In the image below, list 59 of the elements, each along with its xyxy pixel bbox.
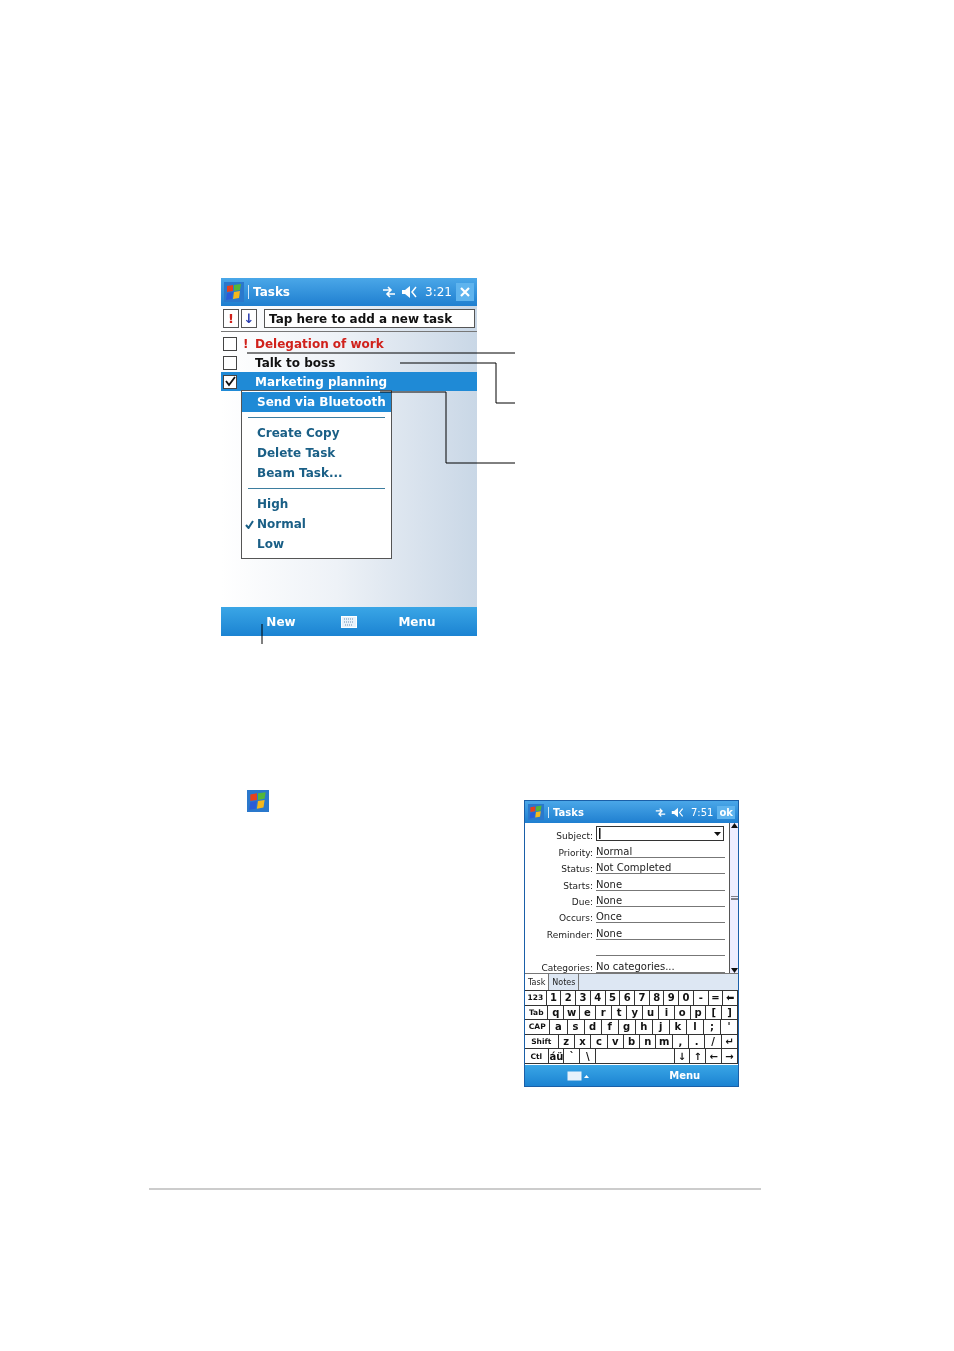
task-title: Marketing planning — [255, 374, 388, 389]
field-value[interactable]: No categories... — [596, 960, 725, 973]
subject-dropdown[interactable] — [596, 826, 724, 842]
keyboard-icon[interactable] — [341, 615, 357, 628]
field-label: Due: — [570, 896, 594, 907]
field-label: Priority: — [557, 847, 594, 858]
scroll-bar[interactable] — [729, 823, 738, 973]
volume-icon — [401, 285, 420, 299]
windows-flag-icon — [224, 282, 244, 302]
task-checkbox[interactable] — [223, 355, 237, 370]
field-value[interactable]: None — [596, 927, 725, 940]
window-title: Tasks — [548, 806, 650, 818]
task-checkbox[interactable] — [223, 336, 237, 351]
clock-time: 3:21 — [425, 285, 452, 299]
field-value[interactable]: None — [596, 878, 725, 891]
volume-icon — [671, 806, 685, 818]
field-label: Reminder: — [545, 929, 594, 940]
tab[interactable]: Notes — [549, 974, 580, 990]
field-value[interactable]: Once — [596, 911, 725, 924]
task-row[interactable]: Talk to boss — [221, 353, 477, 372]
new-task-field[interactable]: Tap here to add a new task — [264, 309, 475, 328]
sort-order-button[interactable]: ↓ — [241, 309, 257, 328]
field-label: Status: — [560, 864, 594, 875]
windows-flag-icon — [528, 804, 544, 820]
tab[interactable]: Task — [525, 974, 550, 990]
clock-time: 7:51 — [691, 806, 714, 818]
menu-item[interactable]: Beam Task... — [242, 463, 391, 483]
menu-item[interactable]: Create Copy — [242, 423, 391, 443]
keyboard-key[interactable]: ⬅ — [723, 991, 739, 1005]
menu-item[interactable]: Delete Task — [242, 443, 391, 463]
keyboard-icon[interactable] — [567, 1070, 590, 1081]
menu-item[interactable]: Normal — [242, 514, 391, 534]
dropdown-arrow-icon — [714, 831, 721, 836]
keyboard-key[interactable]: → — [722, 1049, 738, 1063]
menu-item[interactable]: Send via Bluetooth — [242, 392, 391, 412]
menu-item[interactable]: Low — [242, 534, 391, 554]
task-row[interactable]: ! Delegation of work — [221, 334, 477, 353]
windows-flag-icon — [247, 790, 269, 812]
leader-line — [261, 623, 263, 645]
field-value[interactable]: None — [596, 894, 725, 907]
field-label: Categories: — [540, 962, 594, 973]
connectivity-icon — [654, 806, 667, 818]
field-label: Starts: — [562, 880, 594, 891]
task-row[interactable]: Marketing planning — [221, 372, 477, 391]
checkmark-icon — [245, 519, 254, 529]
close-icon — [460, 287, 470, 297]
priority-mark: ! — [243, 336, 250, 351]
task-title: Talk to boss — [255, 355, 336, 370]
priority-sort-button[interactable]: ! — [223, 309, 239, 328]
connectivity-icon — [381, 285, 398, 299]
text-cursor — [599, 828, 601, 840]
menu-item[interactable]: High — [242, 494, 391, 514]
window-title: Tasks — [248, 285, 378, 299]
field-label: Subject: — [555, 831, 594, 842]
task-checkbox[interactable] — [223, 374, 237, 389]
task-title: Delegation of work — [255, 336, 384, 351]
field-label: Occurs: — [557, 913, 594, 924]
field-value[interactable]: Normal — [596, 845, 725, 858]
field-value[interactable]: Not Completed — [596, 862, 725, 875]
